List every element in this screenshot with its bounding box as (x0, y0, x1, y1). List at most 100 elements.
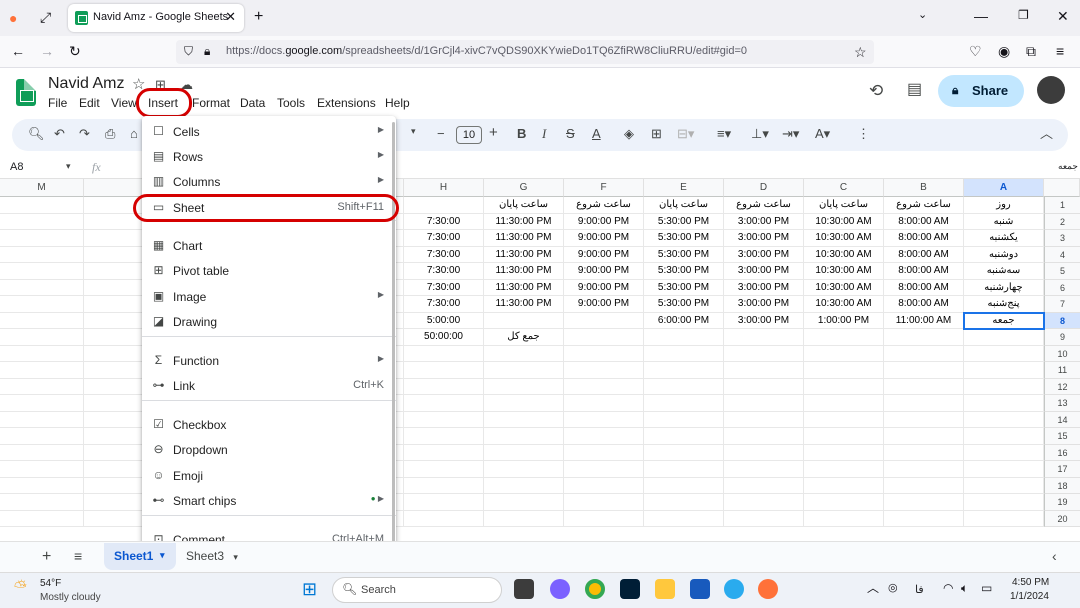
select-all-corner[interactable] (1044, 179, 1080, 197)
minimize-icon[interactable]: — (974, 9, 988, 23)
italic-icon[interactable]: I (542, 127, 546, 140)
horizontal-align-icon[interactable]: ≡▾ (717, 127, 731, 140)
insert-menu-item-chart[interactable]: ▦ Chart (142, 234, 396, 258)
row-header-9[interactable]: 9 (1044, 329, 1080, 346)
cell-h3[interactable]: 7:30:00 (404, 230, 484, 247)
volume-icon[interactable]: 🔈︎ (961, 582, 968, 594)
row-header-6[interactable]: 6 (1044, 279, 1080, 296)
row-header-18[interactable]: 18 (1044, 477, 1080, 494)
url-bar[interactable]: ⛉ 🔒︎ https://docs.google.com/spreadsheet… (176, 40, 874, 64)
cell-b19[interactable] (884, 494, 964, 511)
insert-menu-item-rows[interactable]: ▤ Rows ▶ (142, 145, 396, 169)
cell-d4[interactable]: 3:00:00 PM (724, 246, 804, 263)
shield-icon[interactable]: ⛉ (184, 45, 193, 57)
reload-icon[interactable]: ↻ (69, 44, 81, 58)
tray-chevron-icon[interactable]: ︿ (867, 582, 879, 594)
clock-time[interactable]: 4:50 PM (1012, 577, 1049, 588)
cell-h5[interactable]: 7:30:00 (404, 263, 484, 280)
cell-m1[interactable] (0, 197, 84, 214)
text-rotation-icon[interactable]: A▾ (815, 127, 830, 140)
cell-e3[interactable]: 5:30:00 PM (644, 230, 724, 247)
print-icon[interactable]: ⎙ (105, 127, 115, 140)
cell-c6[interactable]: 10:30:00 AM (804, 279, 884, 296)
row-header-15[interactable]: 15 (1044, 428, 1080, 445)
avatar[interactable] (1037, 76, 1065, 104)
cell-h18[interactable] (404, 477, 484, 494)
column-header-g[interactable]: G (484, 179, 564, 197)
insert-menu-item-cells[interactable]: ☐ Cells ▶ (142, 120, 396, 144)
menu-extensions[interactable]: Extensions (317, 96, 376, 110)
column-header-d[interactable]: D (724, 179, 804, 197)
cell-m19[interactable] (0, 494, 84, 511)
cell-c17[interactable] (804, 461, 884, 478)
cell-e7[interactable]: 5:30:00 PM (644, 296, 724, 313)
cell-d19[interactable] (724, 494, 804, 511)
cell-a7[interactable]: پنج‌شنبه (964, 296, 1044, 313)
firefox-icon[interactable]: ● (9, 11, 17, 25)
insert-menu-item-drawing[interactable]: ◪ Drawing (142, 310, 396, 334)
undo-icon[interactable]: ↶ (54, 127, 65, 140)
formula-input[interactable]: جمعه (1058, 161, 1078, 172)
battery-icon[interactable]: ▭ (981, 582, 992, 594)
cell-a1[interactable]: روز (964, 197, 1044, 214)
tab-list-chevron-icon[interactable]: ⌄ (918, 10, 927, 21)
cell-d8[interactable]: 3:00:00 PM (724, 312, 804, 329)
cell-c12[interactable] (804, 378, 884, 395)
cell-b9[interactable] (884, 329, 964, 346)
sheet-tab-chevron-icon[interactable]: ▾ (160, 550, 165, 561)
cell-d3[interactable]: 3:00:00 PM (724, 230, 804, 247)
cell-g15[interactable] (484, 428, 564, 445)
column-header-e[interactable]: E (644, 179, 724, 197)
cell-a15[interactable] (964, 428, 1044, 445)
menu-data[interactable]: Data (240, 96, 265, 110)
cell-b11[interactable] (884, 362, 964, 379)
insert-menu-item-emoji[interactable]: ☺ Emoji (142, 464, 396, 488)
weather-temp[interactable]: 54°F (40, 578, 61, 589)
cell-b17[interactable] (884, 461, 964, 478)
close-window-icon[interactable]: ✕ (1057, 9, 1069, 23)
row-header-13[interactable]: 13 (1044, 395, 1080, 412)
cell-h1[interactable] (404, 197, 484, 214)
cell-d14[interactable] (724, 411, 804, 428)
clock-date[interactable]: 1/1/2024 (1010, 591, 1049, 602)
decrease-font-icon[interactable]: − (437, 127, 445, 140)
cell-d6[interactable]: 3:00:00 PM (724, 279, 804, 296)
cell-h11[interactable] (404, 362, 484, 379)
cell-a18[interactable] (964, 477, 1044, 494)
cell-h4[interactable]: 7:30:00 (404, 246, 484, 263)
cell-h6[interactable]: 7:30:00 (404, 279, 484, 296)
cell-b20[interactable] (884, 510, 964, 527)
cell-b18[interactable] (884, 477, 964, 494)
browser-tab[interactable]: Navid Amz - Google Sheets ✕ (68, 4, 244, 32)
cell-b16[interactable] (884, 444, 964, 461)
cell-h19[interactable] (404, 494, 484, 511)
strikethrough-icon[interactable]: S (566, 127, 575, 140)
cell-g18[interactable] (484, 477, 564, 494)
firefox-taskbar-icon[interactable] (758, 579, 778, 599)
sheet-tab-sheet3[interactable]: Sheet3 ▾ (186, 549, 238, 563)
column-header-m[interactable]: M (0, 179, 84, 197)
cell-d15[interactable] (724, 428, 804, 445)
cell-f3[interactable]: 9:00:00 PM (564, 230, 644, 247)
cell-g3[interactable]: 11:30:00 PM (484, 230, 564, 247)
row-header-8[interactable]: 8 (1044, 312, 1080, 329)
back-icon[interactable]: ← (11, 44, 25, 58)
cell-f20[interactable] (564, 510, 644, 527)
cell-g16[interactable] (484, 444, 564, 461)
app-menu-icon[interactable]: ≡ (1056, 44, 1064, 58)
account-icon[interactable]: ◉ (998, 44, 1010, 58)
restore-icon[interactable]: ❐ (1018, 9, 1029, 21)
all-sheets-icon[interactable]: ≡ (74, 549, 82, 563)
insert-menu-item-smart-chips[interactable]: ⊷ Smart chips ● ▶ (142, 489, 396, 513)
cell-h15[interactable] (404, 428, 484, 445)
cell-g7[interactable]: 11:30:00 PM (484, 296, 564, 313)
insert-menu-item-checkbox[interactable]: ☑ Checkbox (142, 413, 396, 437)
cell-c2[interactable]: 10:30:00 AM (804, 213, 884, 230)
collapse-toolbar-icon[interactable]: ︿ (1040, 127, 1053, 140)
row-header-4[interactable]: 4 (1044, 246, 1080, 263)
cell-e11[interactable] (644, 362, 724, 379)
sheet-tab-sheet1[interactable]: Sheet1 ▾ (104, 543, 176, 570)
cell-c18[interactable] (804, 477, 884, 494)
cell-b1[interactable]: ساعت شروع (884, 197, 964, 214)
cell-e8[interactable]: 6:00:00 PM (644, 312, 724, 329)
